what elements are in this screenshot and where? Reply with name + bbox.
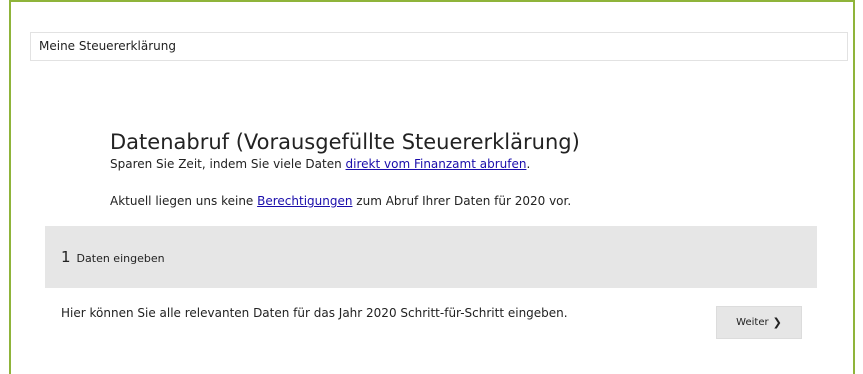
step-header: 1 Daten eingeben [45,226,817,288]
breadcrumb-label: Meine Steuererklärung [39,39,176,53]
permissions-text: Aktuell liegen uns keine Berechtigungen … [110,194,571,208]
next-button-label: Weiter [736,317,769,328]
chevron-right-icon: ❯ [772,316,782,329]
permissions-link[interactable]: Berechtigungen [257,194,352,208]
step-label: Daten eingeben [76,251,165,265]
fetch-from-tax-office-link[interactable]: direkt vom Finanzamt abrufen [346,157,527,171]
intro-text-start: Sparen Sie Zeit, indem Sie viele Daten [110,157,346,171]
permissions-text-start: Aktuell liegen uns keine [110,194,258,208]
next-button[interactable]: Weiter ❯ [716,306,802,339]
permissions-text-end: zum Abruf Ihrer Daten für 2020 vor. [352,194,572,208]
step-description: Hier können Sie alle relevanten Daten fü… [61,306,568,320]
breadcrumb: Meine Steuererklärung [30,32,848,61]
intro-text: Sparen Sie Zeit, indem Sie viele Daten d… [110,157,530,171]
intro-text-end: . [526,157,531,171]
step-number: 1 [61,248,71,266]
page-title: Datenabruf (Vorausgefüllte Steuererkläru… [110,130,580,155]
